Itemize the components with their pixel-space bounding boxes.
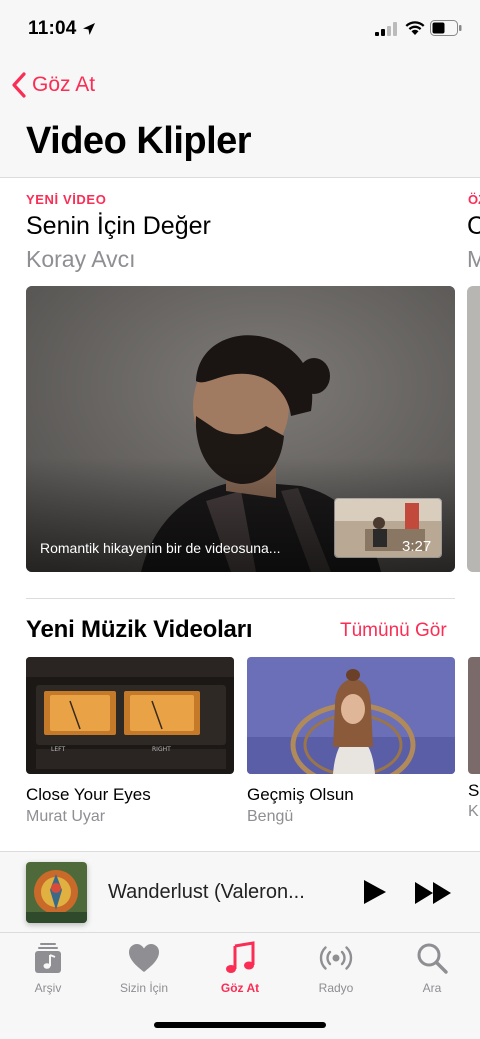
location-arrow-icon xyxy=(83,23,95,35)
radio-icon xyxy=(319,946,353,970)
tab-browse[interactable]: Göz At xyxy=(192,941,288,995)
section-title: Yeni Müzik Videoları xyxy=(26,616,253,643)
page-title: Video Klipler xyxy=(26,120,252,162)
featured-artist[interactable]: Koray Avcı xyxy=(26,246,136,273)
tab-for-you[interactable]: Sizin İçin xyxy=(96,941,192,995)
navigation-bar: Göz At Video Klipler xyxy=(0,58,480,178)
heart-icon xyxy=(129,944,159,972)
mini-player[interactable]: Wanderlust (Valeron... xyxy=(0,851,480,933)
svg-text:LEFT: LEFT xyxy=(51,746,65,753)
status-time: 11:04 xyxy=(28,18,77,39)
featured-eyebrow: YENİ VİDEO xyxy=(26,192,107,207)
next-music-video-title: S xyxy=(468,781,480,800)
next-music-video-artist: K xyxy=(468,803,479,820)
music-video-artist: Bengü xyxy=(247,808,294,825)
music-video-artist: Murat Uyar xyxy=(26,808,106,825)
music-video-title: Close Your Eyes xyxy=(26,785,151,804)
cellular-signal-icon xyxy=(375,22,397,36)
battery-icon xyxy=(430,20,462,36)
featured-title[interactable]: Senin İçin Değer xyxy=(26,212,211,241)
tab-label: Sizin İçin xyxy=(119,981,169,995)
tab-radio[interactable]: Radyo xyxy=(288,941,384,995)
video-duration: 3:27 xyxy=(402,538,432,555)
tab-label: Radyo xyxy=(318,981,354,995)
next-featured-artist[interactable]: M xyxy=(467,246,480,273)
music-video-card[interactable]: LEFT RIGHT Close Your Eyes Murat Uyar xyxy=(26,657,234,826)
music-video-thumbnail xyxy=(247,657,455,774)
home-indicator[interactable] xyxy=(154,1022,326,1028)
featured-video-caption: Romantik hikayenin bir de videosuna... xyxy=(40,540,281,556)
next-music-video-card[interactable] xyxy=(468,657,480,774)
next-featured-title[interactable]: C xyxy=(467,212,480,241)
tab-label: Ara xyxy=(422,981,442,995)
music-video-card[interactable]: Geçmiş Olsun Bengü xyxy=(247,657,455,826)
music-video-thumbnail: LEFT RIGHT xyxy=(26,657,234,774)
music-video-title: Geçmiş Olsun xyxy=(247,785,354,804)
svg-text:RIGHT: RIGHT xyxy=(152,746,171,753)
music-note-icon xyxy=(226,941,255,973)
featured-video-card[interactable]: Romantik hikayenin bir de videosuna... 3… xyxy=(26,286,455,572)
back-button[interactable]: Göz At xyxy=(10,70,95,100)
status-bar: 11:04 xyxy=(0,0,480,58)
fast-forward-icon[interactable] xyxy=(414,880,452,906)
back-button-label: Göz At xyxy=(32,73,96,96)
section-divider xyxy=(26,598,455,599)
chevron-left-icon xyxy=(12,72,26,98)
play-icon[interactable] xyxy=(360,878,388,906)
tab-library[interactable]: Arşiv xyxy=(0,941,96,995)
next-featured-eyebrow: ÖZ xyxy=(468,192,480,207)
see-all-button[interactable]: Tümünü Gör xyxy=(340,620,447,642)
wifi-icon xyxy=(405,21,425,35)
next-featured-video-card[interactable] xyxy=(467,286,480,572)
tab-search[interactable]: Ara xyxy=(384,941,480,995)
tab-label: Arşiv xyxy=(34,981,62,995)
now-playing-title[interactable]: Wanderlust (Valeron... xyxy=(108,881,328,904)
library-icon xyxy=(35,943,61,973)
tab-label: Göz At xyxy=(220,981,260,995)
now-playing-artwork[interactable] xyxy=(26,862,87,923)
search-icon xyxy=(417,943,448,974)
